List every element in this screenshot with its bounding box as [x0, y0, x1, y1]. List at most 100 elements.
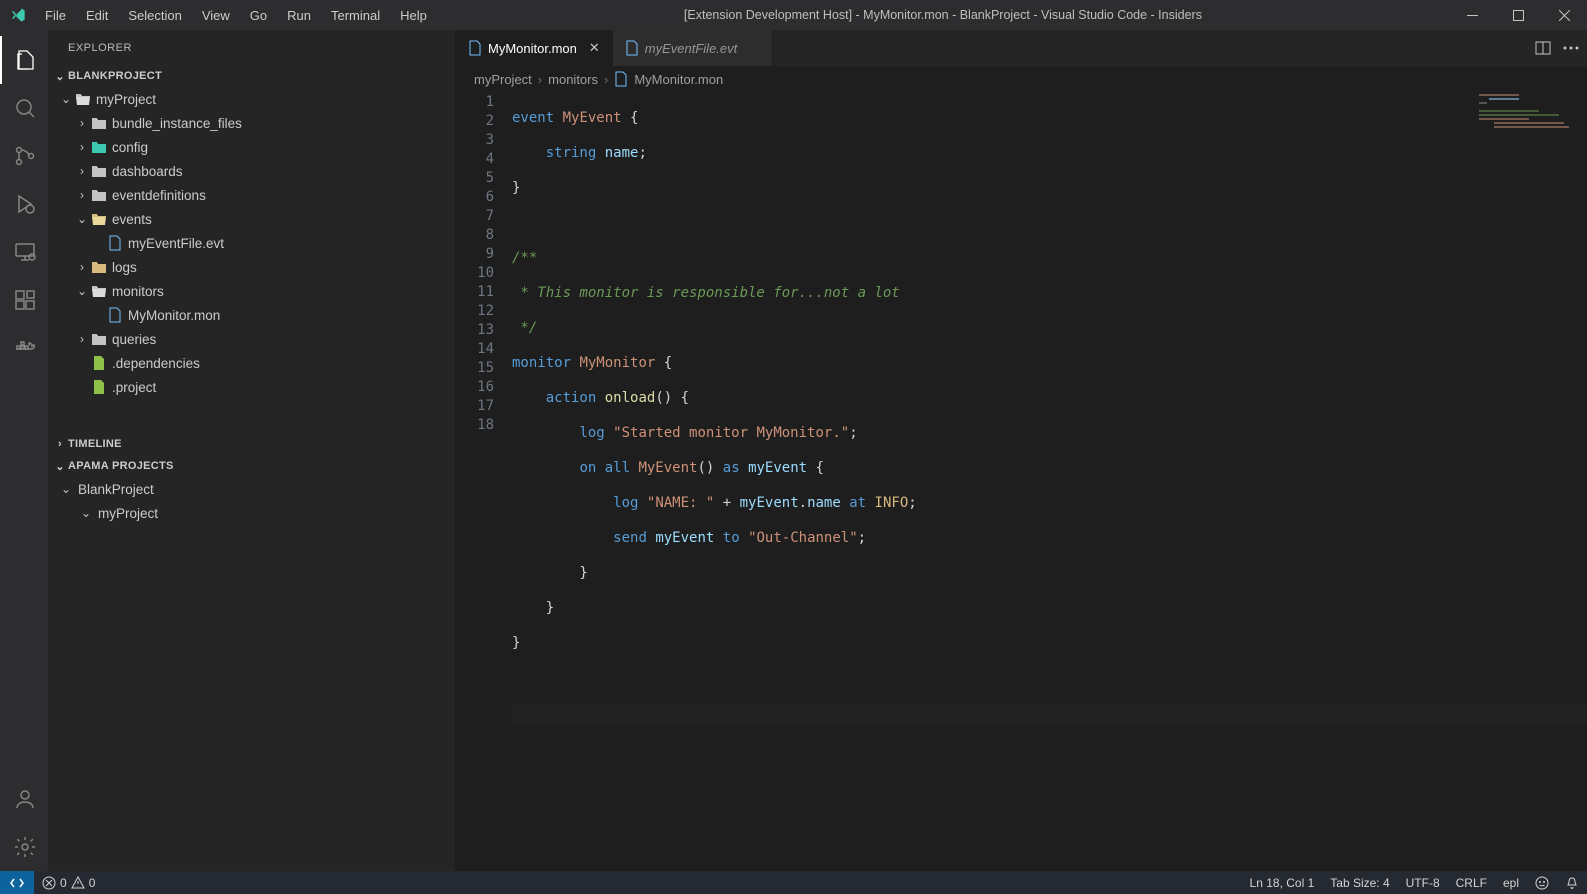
split-editor-icon[interactable]: [1535, 40, 1551, 56]
source-control-icon[interactable]: [0, 132, 48, 180]
chevron-right-icon: ›: [74, 188, 90, 202]
folder-icon: [90, 188, 108, 202]
status-line-col[interactable]: Ln 18, Col 1: [1242, 876, 1323, 890]
status-eol[interactable]: CRLF: [1448, 876, 1495, 890]
maximize-button[interactable]: [1495, 0, 1541, 30]
breadcrumb[interactable]: myProject › monitors › MyMonitor.mon: [456, 66, 1587, 92]
menu-terminal[interactable]: Terminal: [321, 4, 390, 27]
chevron-right-icon: ›: [74, 164, 90, 178]
window-title: [Extension Development Host] - MyMonitor…: [437, 8, 1449, 22]
section-label: TIMELINE: [68, 438, 122, 450]
file-icon: [625, 40, 639, 56]
tab-bar: MyMonitor.mon ✕ myEventFile.evt ✕: [456, 30, 1587, 66]
tree-label: monitors: [112, 284, 164, 299]
folder-icon: [90, 260, 108, 274]
folder-icon: [90, 332, 108, 346]
status-encoding[interactable]: UTF-8: [1398, 876, 1448, 890]
close-button[interactable]: [1541, 0, 1587, 30]
tree-folder[interactable]: › config: [48, 135, 455, 159]
section-label: APAMA PROJECTS: [68, 460, 174, 472]
tree-label: .dependencies: [112, 356, 200, 371]
remote-explorer-icon[interactable]: [0, 228, 48, 276]
tree-folder[interactable]: › bundle_instance_files: [48, 111, 455, 135]
tab-label: MyMonitor.mon: [488, 41, 577, 56]
tree-label: MyMonitor.mon: [128, 308, 220, 323]
menu-run[interactable]: Run: [277, 4, 321, 27]
tree-folder-events[interactable]: ⌄ events: [48, 207, 455, 231]
tree-folder-myproject[interactable]: ⌄ myProject: [48, 87, 455, 111]
menu-edit[interactable]: Edit: [76, 4, 118, 27]
tree-label: queries: [112, 332, 156, 347]
settings-gear-icon[interactable]: [0, 823, 48, 871]
tab-mymonitor[interactable]: MyMonitor.mon ✕: [456, 30, 613, 66]
code-content[interactable]: event MyEvent { string name; } /** * Thi…: [512, 92, 1587, 871]
status-bar: 0 0 Ln 18, Col 1 Tab Size: 4 UTF-8 CRLF …: [0, 871, 1587, 894]
run-debug-icon[interactable]: [0, 180, 48, 228]
tree-label: .project: [112, 380, 156, 395]
remote-window-icon[interactable]: [0, 871, 34, 894]
status-tabsize[interactable]: Tab Size: 4: [1322, 876, 1397, 890]
tree-item[interactable]: ⌄ myProject: [48, 501, 455, 525]
section-label: BLANKPROJECT: [68, 70, 162, 82]
status-language[interactable]: epl: [1495, 876, 1527, 890]
menu-help[interactable]: Help: [390, 4, 437, 27]
tree-file[interactable]: .dependencies: [48, 351, 455, 375]
status-feedback-icon[interactable]: [1527, 876, 1557, 890]
tree-label: config: [112, 140, 148, 155]
search-icon[interactable]: [0, 84, 48, 132]
tree-file[interactable]: myEventFile.evt: [48, 231, 455, 255]
chevron-down-icon: ⌄: [58, 482, 74, 496]
status-bell-icon[interactable]: [1557, 876, 1587, 890]
file-icon: [614, 71, 628, 87]
tree-folder[interactable]: › dashboards: [48, 159, 455, 183]
folder-open-icon: [90, 212, 108, 226]
explorer-icon[interactable]: [0, 36, 48, 84]
sidebar-title: EXPLORER: [48, 30, 455, 65]
apama-tree: ⌄ BlankProject ⌄ myProject: [48, 477, 455, 525]
tree-label: eventdefinitions: [112, 188, 206, 203]
status-errors[interactable]: 0 0: [34, 876, 103, 890]
file-icon: [468, 40, 482, 56]
minimize-button[interactable]: [1449, 0, 1495, 30]
menu-selection[interactable]: Selection: [118, 4, 191, 27]
chevron-down-icon: ⌄: [58, 92, 74, 106]
close-icon[interactable]: ✕: [589, 40, 600, 56]
breadcrumb-item[interactable]: MyMonitor.mon: [634, 72, 723, 87]
chevron-right-icon: ›: [74, 140, 90, 154]
tab-myeventfile[interactable]: myEventFile.evt ✕: [613, 30, 773, 66]
menu-file[interactable]: File: [35, 4, 76, 27]
tree-label: bundle_instance_files: [112, 116, 242, 131]
chevron-down-icon: ⌄: [74, 284, 90, 298]
breadcrumb-item[interactable]: myProject: [474, 72, 532, 87]
code-editor[interactable]: 123456789101112131415161718 event MyEven…: [456, 92, 1587, 871]
tree-folder[interactable]: › logs: [48, 255, 455, 279]
vscode-logo-icon: [0, 7, 35, 23]
menu-view[interactable]: View: [192, 4, 240, 27]
chevron-right-icon: ›: [74, 116, 90, 130]
tree-item[interactable]: ⌄ BlankProject: [48, 477, 455, 501]
docker-icon[interactable]: [0, 324, 48, 372]
menu-go[interactable]: Go: [240, 4, 277, 27]
tree-label: myEventFile.evt: [128, 236, 224, 251]
folder-icon: [90, 116, 108, 130]
folder-config-icon: [90, 140, 108, 154]
folder-open-icon: [90, 284, 108, 298]
section-blankproject[interactable]: ⌄ BLANKPROJECT: [48, 65, 455, 87]
file-icon: [90, 355, 108, 371]
tree-file[interactable]: .project: [48, 375, 455, 399]
chevron-down-icon: ⌄: [78, 506, 94, 520]
tree-folder[interactable]: › queries: [48, 327, 455, 351]
extensions-icon[interactable]: [0, 276, 48, 324]
chevron-down-icon: ⌄: [74, 212, 90, 226]
section-timeline[interactable]: › TIMELINE: [48, 433, 455, 455]
chevron-down-icon: ⌄: [52, 460, 68, 473]
breadcrumb-item[interactable]: monitors: [548, 72, 598, 87]
file-tree: ⌄ myProject › bundle_instance_files › co…: [48, 87, 455, 433]
minimap[interactable]: [1479, 94, 1579, 154]
section-apama[interactable]: ⌄ APAMA PROJECTS: [48, 455, 455, 477]
more-icon[interactable]: [1563, 46, 1579, 50]
tree-folder-monitors[interactable]: ⌄ monitors: [48, 279, 455, 303]
accounts-icon[interactable]: [0, 775, 48, 823]
tree-file-mymonitor[interactable]: MyMonitor.mon: [48, 303, 455, 327]
tree-folder[interactable]: › eventdefinitions: [48, 183, 455, 207]
